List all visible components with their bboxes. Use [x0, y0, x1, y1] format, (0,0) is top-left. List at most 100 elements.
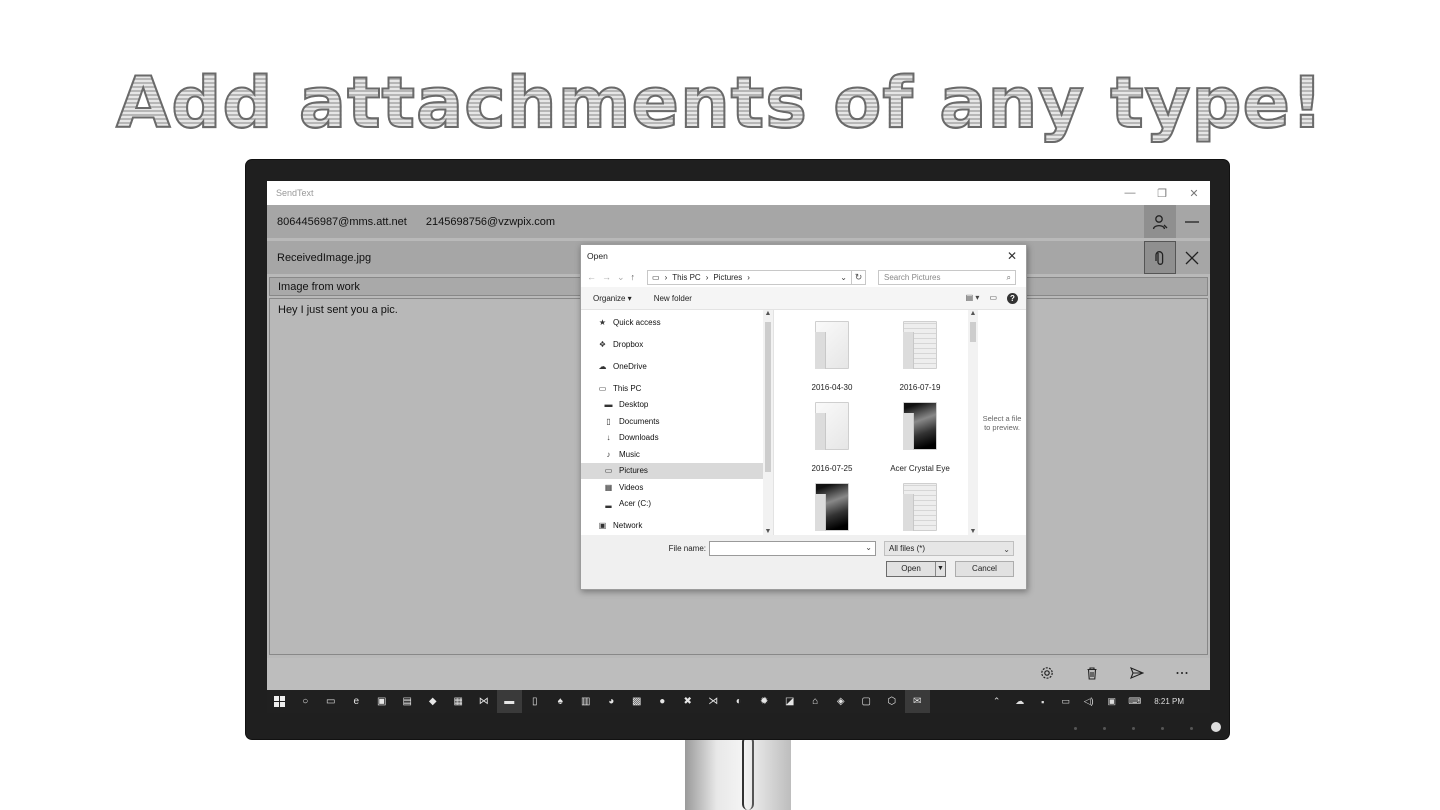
taskbar-app-store[interactable]: ▣	[369, 690, 395, 713]
breadcrumb-separator: ›	[664, 272, 668, 282]
scroll-up-icon[interactable]: ▲	[763, 310, 773, 317]
breadcrumb-this-pc[interactable]: This PC	[672, 273, 700, 282]
send-button[interactable]	[1114, 666, 1159, 683]
taskbar-app-vs[interactable]: ⋈	[471, 690, 497, 713]
organize-button[interactable]: Organize ▾	[593, 294, 632, 303]
taskbar-app-12[interactable]: ✹	[752, 690, 778, 713]
nav-item-quick-access[interactable]: ★ Quick access	[581, 314, 773, 331]
taskbar-app-9[interactable]: ●	[650, 690, 676, 713]
new-folder-button[interactable]: New folder	[654, 294, 692, 303]
taskbar-app-6[interactable]: ▥	[573, 690, 599, 713]
battery-icon[interactable]: ▭	[1054, 696, 1077, 707]
chevron-down-icon[interactable]: ⌄	[840, 273, 847, 282]
taskbar-app-17[interactable]: ⬡	[879, 690, 905, 713]
chevron-down-icon[interactable]: ⌄	[865, 543, 872, 552]
taskbar-app-14[interactable]: ⌂	[803, 690, 829, 713]
start-button[interactable]	[267, 690, 293, 713]
show-hidden-icons-button[interactable]: ⌃	[985, 696, 1008, 707]
nav-item-label: Downloads	[619, 433, 659, 443]
taskbar-app-7[interactable]: ◕	[599, 690, 625, 713]
cortana-button[interactable]: ○	[293, 690, 319, 713]
file-name-input[interactable]: ⌄	[709, 540, 876, 556]
clock[interactable]: 8:21 PM	[1146, 697, 1192, 706]
scroll-down-icon[interactable]: ▼	[763, 528, 773, 535]
settings-button[interactable]	[1024, 666, 1069, 683]
file-item[interactable]: 2016-07-19	[876, 318, 964, 399]
restore-button[interactable]: ❐	[1146, 187, 1178, 200]
nav-item-acer-c[interactable]: ▂ Acer (C:)	[581, 496, 773, 513]
close-button[interactable]: ✕	[1178, 187, 1210, 200]
nav-item-downloads[interactable]: ↓ Downloads	[581, 430, 773, 447]
help-icon[interactable]: ?	[1007, 292, 1018, 304]
taskbar-app-3[interactable]: ◆	[420, 690, 446, 713]
recipient-1[interactable]: 8064456987@mms.att.net	[277, 216, 407, 228]
taskbar-app-13[interactable]: ◪	[777, 690, 803, 713]
attach-button[interactable]	[1144, 241, 1176, 274]
remove-recipient-button[interactable]	[1176, 205, 1208, 238]
nav-item-network[interactable]: ▣ Network	[581, 517, 773, 534]
nav-item-music[interactable]: ♪ Music	[581, 446, 773, 463]
nav-item-documents[interactable]: ▯ Documents	[581, 413, 773, 430]
recipient-2[interactable]: 2145698756@vzwpix.com	[426, 216, 555, 228]
breadcrumb-pictures[interactable]: Pictures	[713, 273, 742, 282]
nav-item-onedrive[interactable]: ☁ OneDrive	[581, 358, 773, 375]
minimize-button[interactable]: —	[1114, 187, 1146, 200]
up-button[interactable]: ↑	[631, 272, 636, 283]
scroll-down-icon[interactable]: ▼	[968, 528, 978, 535]
folder-icon: ▬	[504, 696, 515, 707]
preview-pane-button[interactable]: ▭	[989, 293, 997, 304]
address-bar[interactable]: ▭ › This PC › Pictures › ⌄	[647, 269, 852, 285]
scroll-thumb[interactable]	[970, 322, 976, 342]
volume-icon[interactable]: ◁)	[1077, 696, 1100, 707]
taskbar-app-10[interactable]: ✖	[675, 690, 701, 713]
taskbar-app-11[interactable]: ◐	[726, 690, 752, 713]
message-tray-icon[interactable]: ▣	[1100, 696, 1123, 707]
dialog-close-button[interactable]: ✕	[998, 249, 1026, 263]
delete-button[interactable]	[1069, 666, 1114, 683]
nav-item-this-pc[interactable]: ▭ This PC	[581, 380, 773, 397]
recent-locations-button[interactable]: ⌄	[617, 272, 625, 283]
onedrive-tray-icon[interactable]: ☁	[1008, 696, 1031, 707]
more-button[interactable]	[1159, 666, 1204, 683]
forward-button[interactable]: →	[602, 272, 611, 283]
file-list-scrollbar[interactable]: ▲ ▼	[968, 310, 978, 535]
task-view-button[interactable]: ▭	[318, 690, 344, 713]
nav-item-videos[interactable]: ▦ Videos	[581, 479, 773, 496]
open-options-dropdown[interactable]: ▼	[935, 562, 945, 576]
taskbar-app-8[interactable]: ▩	[624, 690, 650, 713]
taskbar-app-5[interactable]: ♠	[548, 690, 574, 713]
taskbar-app-16[interactable]: ▢	[854, 690, 880, 713]
file-item[interactable]: 2016-07-25	[788, 399, 876, 480]
taskbar-app-explorer[interactable]: ▬	[496, 690, 522, 713]
taskbar-app-sendtext[interactable]: ✉	[904, 690, 930, 713]
remove-attachment-button[interactable]	[1176, 241, 1208, 274]
refresh-button[interactable]: ↻	[852, 269, 866, 285]
taskbar-app-4[interactable]: ▦	[446, 690, 472, 713]
nav-item-pictures[interactable]: ▭ Pictures	[581, 462, 773, 479]
folder-icon	[815, 321, 849, 369]
taskbar-app-edge[interactable]: e	[344, 690, 370, 713]
nav-item-desktop[interactable]: ▬ Desktop	[581, 397, 773, 414]
file-item[interactable]: Acer Crystal Eye	[876, 399, 964, 480]
taskbar-app-vscode[interactable]: ⋊	[701, 690, 727, 713]
taskbar-app-15[interactable]: ◈	[828, 690, 854, 713]
windows-logo-icon	[274, 696, 286, 707]
contacts-button[interactable]	[1144, 205, 1176, 238]
cancel-button[interactable]: Cancel	[955, 561, 1014, 577]
search-input[interactable]: Search Pictures ⌕	[878, 269, 1016, 285]
scroll-up-icon[interactable]: ▲	[968, 310, 978, 317]
open-button[interactable]: Open ▼	[886, 561, 946, 577]
taskbar-app-2[interactable]: ▤	[395, 690, 421, 713]
file-type-select[interactable]: All files (*) ⌄	[884, 540, 1014, 556]
scroll-thumb[interactable]	[765, 322, 771, 472]
nav-scrollbar[interactable]: ▲ ▼	[763, 310, 773, 535]
network-tray-icon[interactable]: ▪	[1031, 697, 1054, 707]
video-icon: ▦	[604, 482, 613, 492]
file-item[interactable]: 2016-04-30	[788, 318, 876, 399]
taskbar-app-calculator[interactable]: ▯	[522, 690, 548, 713]
back-button[interactable]: ←	[587, 272, 596, 283]
change-view-button[interactable]: ▤ ▾	[966, 293, 980, 304]
nav-item-dropbox[interactable]: ❖ Dropbox	[581, 336, 773, 353]
keyboard-icon[interactable]: ⌨	[1123, 696, 1146, 707]
recipients-row[interactable]: 8064456987@mms.att.net 2145698756@vzwpix…	[267, 205, 1210, 238]
